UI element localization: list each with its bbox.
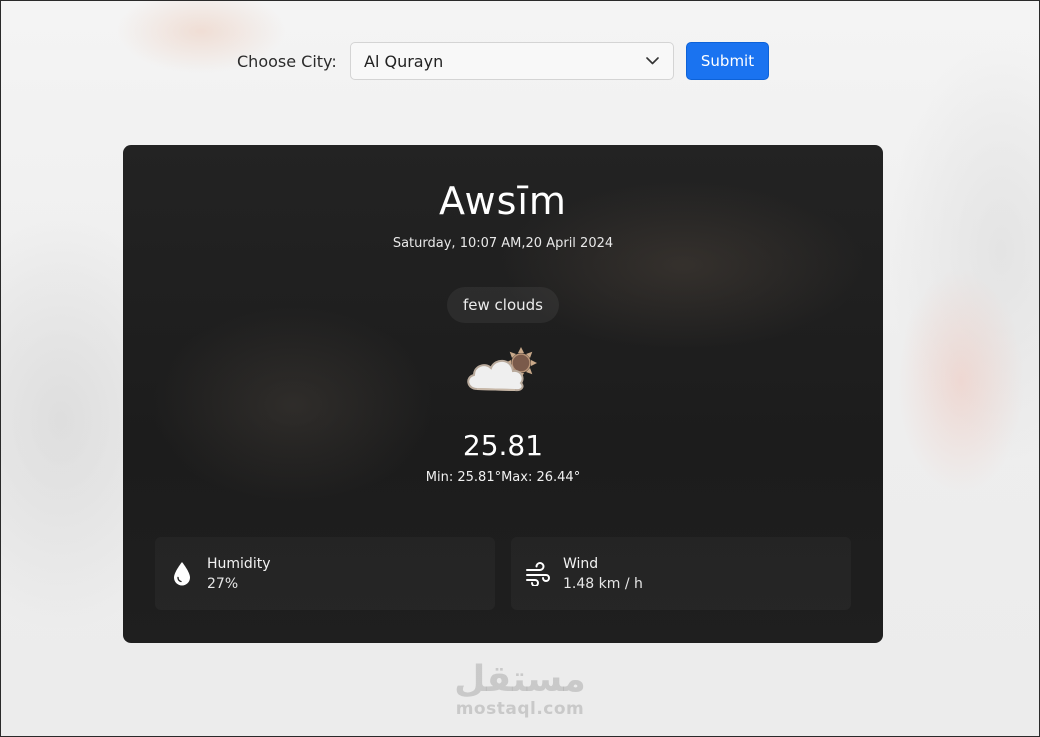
wind-title: Wind [563, 555, 599, 572]
city-select[interactable]: Al Qurayn [350, 42, 674, 80]
few-clouds-icon [463, 345, 545, 397]
city-name: Awsīm [439, 179, 567, 223]
weather-description: few clouds [447, 287, 559, 323]
wind-value: 1.48 km / h [563, 575, 643, 592]
date-time: Saturday, 10:07 AM,20 April 2024 [392, 236, 614, 251]
temperature: 25.81 [462, 429, 544, 462]
watermark-url: mostaql.com [455, 699, 585, 719]
humidity-card: Humidity 27% [155, 537, 495, 610]
watermark-logo: مستقل [454, 659, 586, 700]
chevron-down-icon [645, 54, 659, 68]
submit-button[interactable]: Submit [686, 42, 769, 80]
city-select-value: Al Qurayn [364, 51, 444, 71]
weather-card: Awsīm Saturday, 10:07 AM,20 April 2024 f… [123, 145, 883, 643]
mostaql-watermark: مستقل mostaql.com [1, 659, 1039, 720]
water-drop-icon [169, 561, 195, 587]
choose-city-label: Choose City: [237, 51, 337, 71]
min-max-temperature: Min: 25.81°Max: 26.44° [425, 470, 581, 485]
humidity-title: Humidity [207, 555, 271, 572]
humidity-value: 27% [207, 575, 239, 592]
wind-card: Wind 1.48 km / h [511, 537, 851, 610]
city-form: Choose City: Al Qurayn Submit [237, 42, 769, 80]
wind-icon [525, 561, 551, 587]
